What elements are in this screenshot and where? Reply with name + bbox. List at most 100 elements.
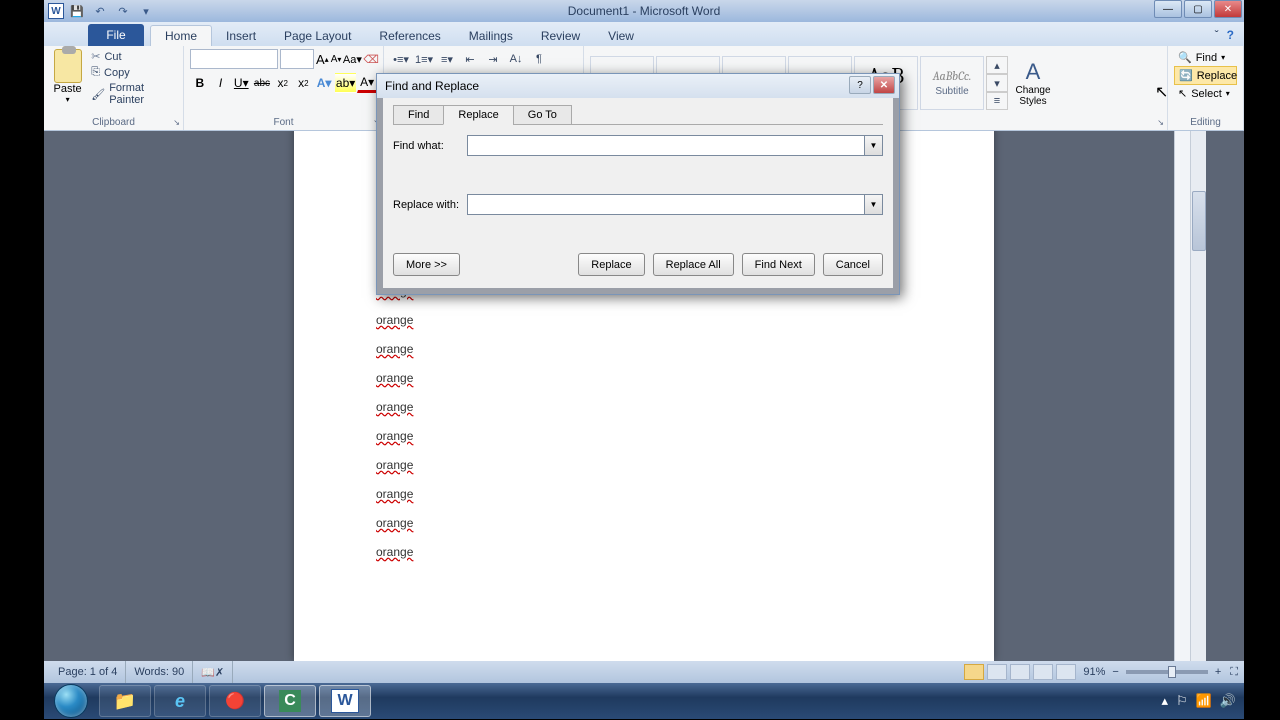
- clipboard-launcher[interactable]: ↘: [173, 118, 180, 127]
- styles-scroll-down[interactable]: ▾: [986, 74, 1008, 92]
- scrollbar-thumb[interactable]: [1192, 191, 1206, 251]
- replace-button[interactable]: 🔄Replace: [1174, 66, 1237, 85]
- zoom-in-button[interactable]: +: [1215, 666, 1221, 678]
- document-text-line[interactable]: orange: [376, 313, 912, 327]
- zoom-level[interactable]: 91%: [1083, 666, 1105, 678]
- tray-network-icon[interactable]: 📶: [1196, 693, 1212, 709]
- numbering-button[interactable]: 1≡▾: [413, 49, 435, 69]
- dialog-help-button[interactable]: ?: [849, 76, 871, 94]
- tray-volume-icon[interactable]: 🔊: [1220, 693, 1236, 709]
- window-minimize-button[interactable]: —: [1154, 0, 1182, 18]
- styles-scroll-up[interactable]: ▴: [986, 56, 1008, 74]
- copy-button[interactable]: ⎘Copy: [89, 65, 177, 80]
- taskbar-camtasia[interactable]: C: [264, 685, 316, 717]
- bold-button[interactable]: B: [190, 73, 210, 93]
- vertical-scrollbar[interactable]: [1190, 131, 1206, 661]
- paste-button[interactable]: Paste ▾: [50, 49, 85, 107]
- start-button[interactable]: [46, 683, 96, 719]
- highlight-button[interactable]: ab▾: [335, 73, 356, 93]
- style-subtitle[interactable]: AaBbCc.Subtitle: [920, 56, 984, 110]
- view-full-screen[interactable]: [987, 664, 1007, 680]
- document-text-line[interactable]: orange: [376, 516, 912, 530]
- zoom-slider[interactable]: [1126, 670, 1208, 674]
- view-outline[interactable]: [1033, 664, 1053, 680]
- underline-button[interactable]: U▾: [231, 73, 251, 93]
- bullets-button[interactable]: •≡▾: [390, 49, 412, 69]
- tab-insert[interactable]: Insert: [212, 26, 270, 46]
- find-next-button[interactable]: Find Next: [742, 253, 815, 276]
- tray-expand-icon[interactable]: ▴: [1161, 693, 1168, 709]
- taskbar-explorer[interactable]: 📁: [99, 685, 151, 717]
- window-maximize-button[interactable]: ▢: [1184, 0, 1212, 18]
- document-text-line[interactable]: orange: [376, 545, 912, 559]
- view-web-layout[interactable]: [1010, 664, 1030, 680]
- cut-button[interactable]: ✂Cut: [89, 49, 177, 64]
- font-name-combo[interactable]: [190, 49, 278, 69]
- replace-with-input[interactable]: [467, 194, 865, 215]
- clear-formatting-button[interactable]: ⌫: [363, 50, 379, 68]
- multilevel-button[interactable]: ≡▾: [436, 49, 458, 69]
- taskbar-word[interactable]: W: [319, 685, 371, 717]
- taskbar-ie[interactable]: e: [154, 685, 206, 717]
- zoom-fit-button[interactable]: ⛶: [1230, 666, 1238, 679]
- tab-mailings[interactable]: Mailings: [455, 26, 527, 46]
- find-what-input[interactable]: [467, 135, 865, 156]
- taskbar-chrome[interactable]: 🔴: [209, 685, 261, 717]
- superscript-button[interactable]: x2: [294, 73, 314, 93]
- grow-font-button[interactable]: A▴: [316, 50, 329, 68]
- find-what-dropdown[interactable]: ▼: [865, 135, 883, 156]
- qat-undo-button[interactable]: ↶: [90, 2, 110, 20]
- zoom-out-button[interactable]: −: [1112, 666, 1118, 678]
- tab-page-layout[interactable]: Page Layout: [270, 26, 365, 46]
- window-close-button[interactable]: ✕: [1214, 0, 1242, 18]
- qat-redo-button[interactable]: ↷: [113, 2, 133, 20]
- document-text-line[interactable]: orange: [376, 458, 912, 472]
- text-effects-button[interactable]: A▾: [314, 73, 334, 93]
- select-button[interactable]: ↖Select▾: [1174, 85, 1237, 102]
- document-text-line[interactable]: orange: [376, 429, 912, 443]
- tray-flag-icon[interactable]: ⚐: [1176, 693, 1188, 709]
- qat-customize-button[interactable]: ▾: [136, 2, 156, 20]
- replace-action-button[interactable]: Replace: [578, 253, 644, 276]
- tab-review[interactable]: Review: [527, 26, 594, 46]
- subscript-button[interactable]: x2: [273, 73, 293, 93]
- dialog-titlebar[interactable]: Find and Replace ? ✕: [377, 74, 899, 98]
- cancel-button[interactable]: Cancel: [823, 253, 883, 276]
- sort-button[interactable]: A↓: [505, 49, 527, 69]
- help-icon[interactable]: ?: [1227, 28, 1234, 42]
- view-draft[interactable]: [1056, 664, 1076, 680]
- status-page[interactable]: Page: 1 of 4: [50, 661, 126, 683]
- dialog-close-button[interactable]: ✕: [873, 76, 895, 94]
- document-text-line[interactable]: orange: [376, 487, 912, 501]
- file-tab[interactable]: File: [88, 24, 144, 46]
- tab-home[interactable]: Home: [150, 25, 212, 46]
- status-proofing[interactable]: 📖✗: [193, 661, 233, 683]
- find-button[interactable]: 🔍Find▾: [1174, 49, 1237, 66]
- status-words[interactable]: Words: 90: [126, 661, 193, 683]
- italic-button[interactable]: I: [211, 73, 231, 93]
- dialog-tab-goto[interactable]: Go To: [513, 105, 572, 125]
- styles-expand[interactable]: ≡: [986, 92, 1008, 110]
- more-button[interactable]: More >>: [393, 253, 460, 276]
- view-print-layout[interactable]: [964, 664, 984, 680]
- format-painter-button[interactable]: 🖌Format Painter: [89, 81, 177, 107]
- change-case-button[interactable]: Aa▾: [343, 50, 361, 68]
- increase-indent-button[interactable]: ⇥: [482, 49, 504, 69]
- tab-references[interactable]: References: [365, 26, 454, 46]
- font-size-combo[interactable]: [280, 49, 314, 69]
- strikethrough-button[interactable]: abc: [252, 73, 272, 93]
- dialog-tab-find[interactable]: Find: [393, 105, 444, 125]
- document-text-line[interactable]: orange: [376, 342, 912, 356]
- ribbon-minimize-icon[interactable]: ˇ: [1215, 28, 1219, 42]
- replace-all-button[interactable]: Replace All: [653, 253, 734, 276]
- document-text-line[interactable]: orange: [376, 371, 912, 385]
- show-marks-button[interactable]: ¶: [528, 49, 550, 69]
- decrease-indent-button[interactable]: ⇤: [459, 49, 481, 69]
- tab-view[interactable]: View: [594, 26, 648, 46]
- change-styles-button[interactable]: A Change Styles: [1008, 59, 1058, 107]
- dialog-tab-replace[interactable]: Replace: [443, 105, 513, 125]
- zoom-slider-thumb[interactable]: [1168, 666, 1176, 678]
- font-color-button[interactable]: A▾: [357, 73, 377, 93]
- qat-save-button[interactable]: 💾: [67, 2, 87, 20]
- replace-with-dropdown[interactable]: ▼: [865, 194, 883, 215]
